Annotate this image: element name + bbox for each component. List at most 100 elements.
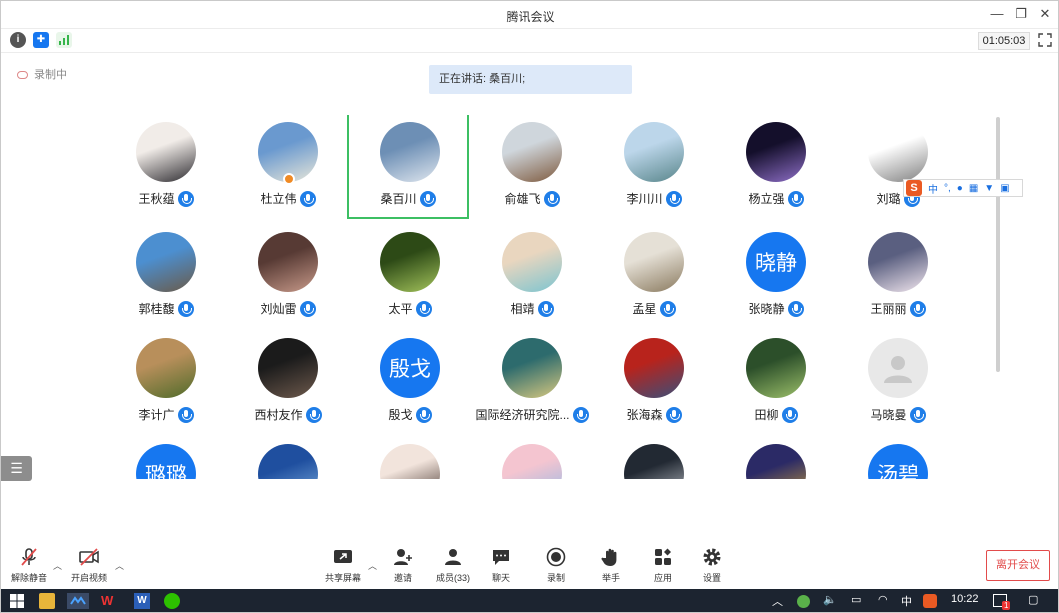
ime-punct-icon[interactable]: °,	[944, 183, 951, 194]
avatar	[502, 444, 562, 479]
participant-tile[interactable]	[227, 437, 349, 479]
participant-tile[interactable]: 刘灿雷	[227, 225, 349, 331]
chat-button[interactable]: 聊天	[479, 547, 523, 585]
video-off-icon	[79, 547, 99, 567]
video-options-chevron-icon[interactable]: ︿	[115, 559, 124, 572]
list-view-button[interactable]: ☰	[1, 456, 32, 481]
tray-app-icon[interactable]	[797, 595, 810, 608]
invite-button[interactable]: 邀请	[381, 547, 425, 585]
participant-tile[interactable]: 杜立伟	[227, 115, 349, 221]
share-screen-button[interactable]: 共享屏幕	[321, 547, 365, 585]
start-video-button[interactable]: 开启视频	[67, 547, 111, 585]
participant-tile[interactable]: 李川川	[593, 115, 715, 221]
ime-tools-icon[interactable]: ▣	[1000, 183, 1009, 194]
participant-tile[interactable]: 郭桂馥	[105, 225, 227, 331]
participant-name-row: 李计广	[105, 406, 227, 423]
audio-options-chevron-icon[interactable]: ︿	[53, 559, 62, 572]
ime-indicator[interactable]: 中	[901, 593, 912, 609]
mic-icon	[177, 300, 194, 317]
mic-icon	[787, 190, 804, 207]
participant-tile[interactable]: 张海森	[593, 331, 715, 437]
minimize-button[interactable]: —	[986, 5, 1008, 23]
word-icon[interactable]: W	[134, 593, 150, 609]
participant-tile[interactable]: 璐璐璐璐	[105, 437, 227, 479]
ime-keyboard-icon[interactable]: ▦	[969, 183, 978, 194]
avatar	[746, 338, 806, 398]
ime-mic-icon[interactable]: ●	[957, 183, 963, 194]
fullscreen-icon[interactable]	[1038, 33, 1052, 47]
unmute-button[interactable]: 解除静音	[7, 547, 51, 585]
participant-tile[interactable]: 殷戈 殷戈	[349, 331, 471, 437]
cloud-record-icon	[17, 71, 28, 80]
info-icon[interactable]: i	[10, 32, 26, 48]
participant-tile[interactable]: 杨立强	[715, 115, 837, 221]
participant-name: 相靖	[510, 302, 535, 316]
participant-tile[interactable]	[593, 437, 715, 479]
maximize-button[interactable]: ❐	[1010, 5, 1032, 23]
participant-name-row: 俞雄飞	[471, 190, 593, 207]
participant-name: 郭桂馥	[138, 302, 175, 316]
avatar	[624, 444, 684, 479]
participant-tile[interactable]: 俞雄飞	[471, 115, 593, 221]
participant-tile[interactable]	[471, 437, 593, 479]
battery-icon[interactable]: ▭	[851, 593, 861, 606]
participant-tile[interactable]: 马晓曼	[837, 331, 959, 437]
wechat-icon[interactable]	[164, 593, 180, 609]
participant-tile[interactable]: 西村友作	[227, 331, 349, 437]
participant-tile[interactable]: 刘璐	[837, 115, 959, 221]
participant-tile[interactable]: 李计广	[105, 331, 227, 437]
clock[interactable]: 10:22	[951, 593, 979, 605]
participant-tile[interactable]: 孟星	[593, 225, 715, 331]
participant-tile[interactable]: 桑百川	[347, 115, 469, 219]
volume-icon[interactable]: 🔈	[823, 593, 837, 606]
ime-skin-icon[interactable]: ▼	[984, 183, 994, 194]
participant-tile[interactable]: 晓静 张晓静	[715, 225, 837, 331]
participant-name: 张晓静	[748, 302, 785, 316]
settings-button[interactable]: 设置	[690, 547, 734, 585]
sogou-tray-icon[interactable]	[923, 594, 937, 608]
participant-tile[interactable]: 太平	[349, 225, 471, 331]
share-options-chevron-icon[interactable]: ︿	[368, 559, 377, 572]
participant-name: 太平	[388, 302, 413, 316]
invite-icon	[393, 547, 413, 567]
participant-tile[interactable]: 田柳	[715, 331, 837, 437]
participant-name: 孟星	[632, 302, 657, 316]
wps-icon[interactable]: W	[101, 593, 117, 609]
windows-start-icon[interactable]	[9, 593, 25, 609]
ime-toolbar[interactable]: S 中 °, ● ▦ ▼ ▣	[903, 179, 1023, 197]
participant-name-row: 张海森	[593, 406, 715, 423]
ime-lang[interactable]: 中	[928, 181, 938, 196]
avatar	[746, 122, 806, 182]
signal-icon[interactable]	[56, 32, 72, 48]
record-button[interactable]: 录制	[534, 547, 578, 585]
close-button[interactable]: ✕	[1034, 5, 1056, 23]
apps-button[interactable]: 应用	[641, 547, 685, 585]
shield-icon[interactable]: ✚	[33, 32, 49, 48]
grid-scrollbar[interactable]	[996, 117, 1000, 372]
participant-tile[interactable]: 国际经济研究院...	[471, 331, 593, 437]
mic-icon	[299, 300, 316, 317]
avatar	[746, 444, 806, 479]
mic-icon	[537, 300, 554, 317]
recording-label: 录制中	[34, 69, 67, 81]
wifi-icon[interactable]: ◠	[878, 593, 888, 606]
tencent-meeting-taskbar-icon[interactable]	[67, 593, 89, 609]
participant-tile[interactable]: 相靖	[471, 225, 593, 331]
participant-tile[interactable]: 王丽丽	[837, 225, 959, 331]
raise-hand-button[interactable]: 举手	[589, 547, 633, 585]
file-explorer-icon[interactable]	[39, 593, 55, 609]
participant-name-row: 张晓静	[715, 300, 837, 317]
participant-name: 王秋蕴	[138, 192, 175, 206]
action-center-icon[interactable]: ▢	[1028, 593, 1038, 606]
tray-overflow-icon[interactable]: ︿	[772, 593, 783, 609]
participant-tile[interactable]: 汤碧	[837, 437, 959, 479]
mic-icon	[543, 190, 560, 207]
muted-mic-icon	[19, 547, 39, 567]
participant-tile[interactable]	[349, 437, 471, 479]
participant-tile[interactable]: 王秋蕴	[105, 115, 227, 221]
members-button[interactable]: 成员(33)	[431, 547, 475, 585]
participant-tile[interactable]	[715, 437, 837, 479]
members-icon	[443, 547, 463, 567]
leave-meeting-button[interactable]: 离开会议	[986, 550, 1050, 581]
participant-name: 西村友作	[254, 408, 303, 422]
